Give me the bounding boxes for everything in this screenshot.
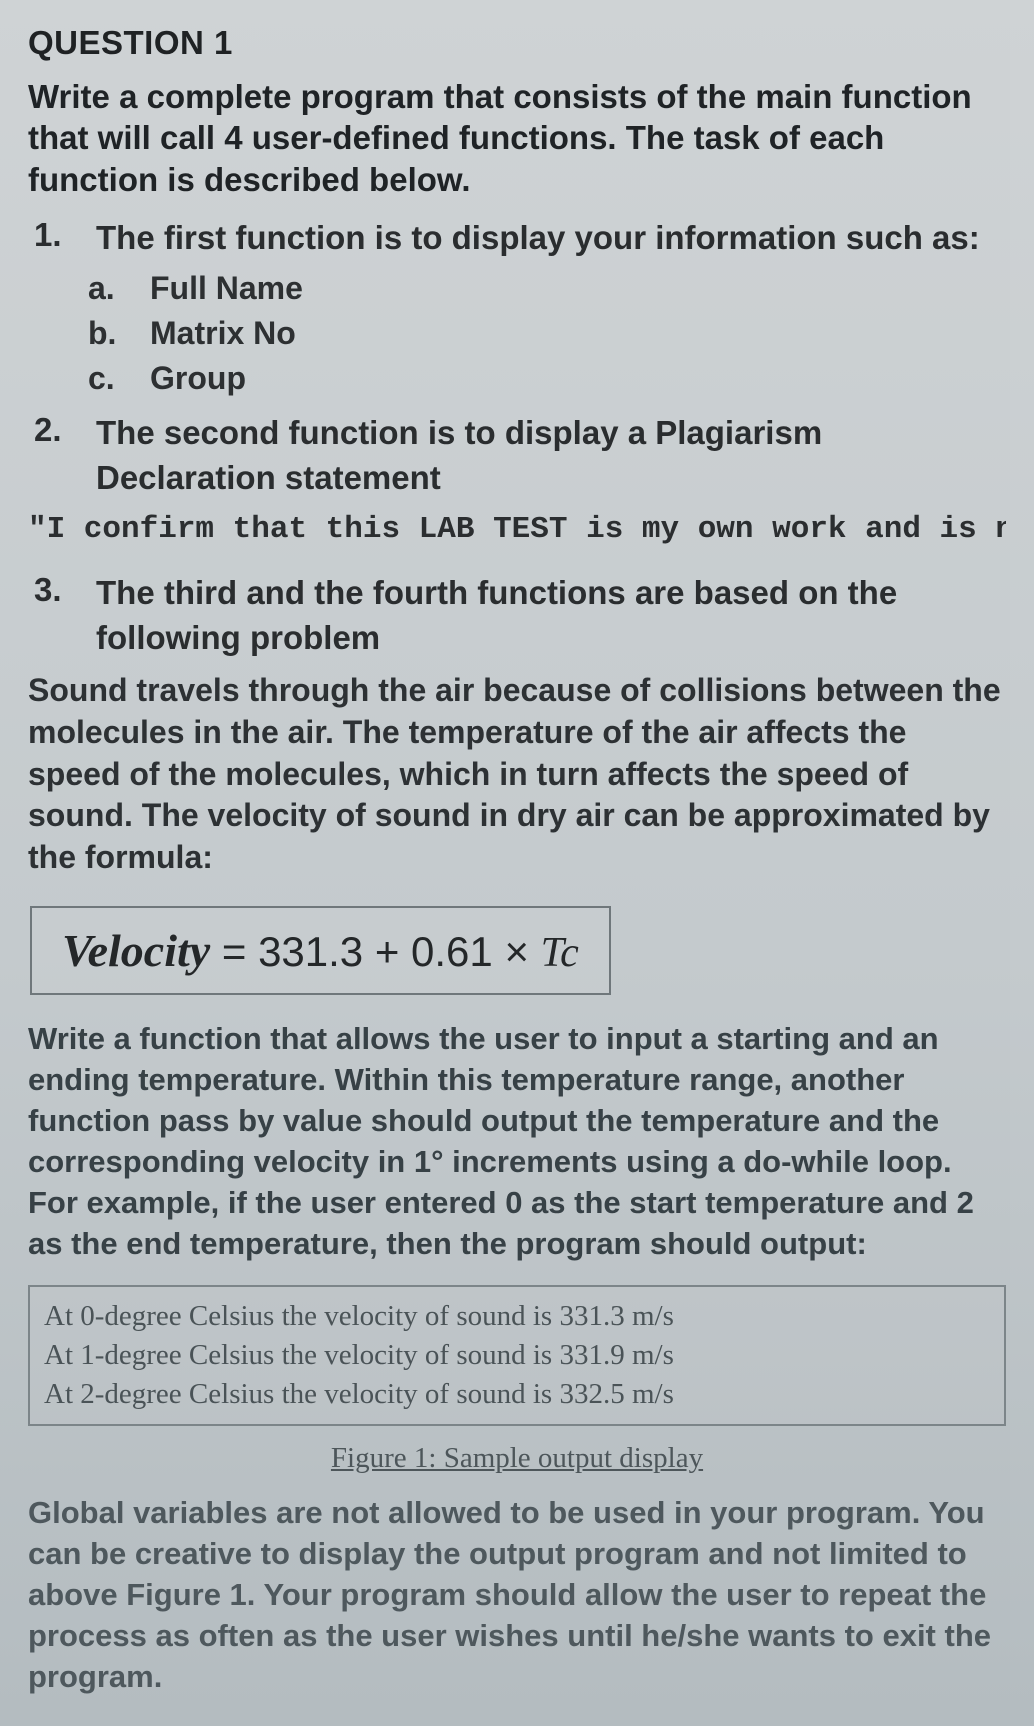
letter-marker: c. xyxy=(88,360,122,397)
sublist-item-c: c. Group xyxy=(88,360,1006,397)
list-item-1: 1. The first function is to display your… xyxy=(34,216,1006,261)
question-document: QUESTION 1 Write a complete program that… xyxy=(0,0,1034,1726)
sublist-item-b: b. Matrix No xyxy=(88,315,1006,352)
output-line: At 2-degree Celsius the velocity of soun… xyxy=(44,1375,990,1414)
sublist-item-a-text: Full Name xyxy=(150,270,303,307)
list-item-2: 2. The second function is to display a P… xyxy=(34,411,1006,500)
output-line: At 0-degree Celsius the velocity of soun… xyxy=(44,1297,990,1336)
figure-caption: Figure 1: Sample output display xyxy=(28,1442,1006,1475)
sample-output-box: At 0-degree Celsius the velocity of soun… xyxy=(28,1285,1006,1426)
number-marker: 1. xyxy=(34,216,68,261)
question-title: QUESTION 1 xyxy=(28,24,1006,62)
intro-paragraph: Write a complete program that consists o… xyxy=(28,76,1006,200)
list-item-1-text: The first function is to display your in… xyxy=(96,216,980,261)
instruction-paragraph: Write a function that allows the user to… xyxy=(28,1019,1006,1264)
letter-marker: a. xyxy=(88,270,122,307)
formula-rhs-tc: Tc xyxy=(541,930,579,976)
sublist-item-c-text: Group xyxy=(150,360,246,397)
list-item-2-text: The second function is to display a Plag… xyxy=(96,411,1006,500)
sound-paragraph: Sound travels through the air because of… xyxy=(28,670,1006,878)
velocity-formula: Velocity = 331.3 + 0.61 × Tc xyxy=(62,928,579,975)
letter-marker: b. xyxy=(88,315,122,352)
number-marker: 2. xyxy=(34,411,68,500)
formula-rhs-const: 331.3 + 0.61 × xyxy=(258,928,541,975)
formula-box: Velocity = 331.3 + 0.61 × Tc xyxy=(30,906,611,995)
list-item-3: 3. The third and the fourth functions ar… xyxy=(34,571,1006,660)
output-line: At 1-degree Celsius the velocity of soun… xyxy=(44,1336,990,1375)
plagiarism-declaration: "I confirm that this LAB TEST is my own … xyxy=(28,512,1006,547)
formula-eq: = xyxy=(222,928,258,975)
sublist-item-a: a. Full Name xyxy=(88,270,1006,307)
global-variables-paragraph: Global variables are not allowed to be u… xyxy=(28,1493,1006,1698)
formula-lhs: Velocity xyxy=(62,925,210,976)
sublist-item-b-text: Matrix No xyxy=(150,315,296,352)
number-marker: 3. xyxy=(34,571,68,660)
list-item-3-text: The third and the fourth functions are b… xyxy=(96,571,1006,660)
